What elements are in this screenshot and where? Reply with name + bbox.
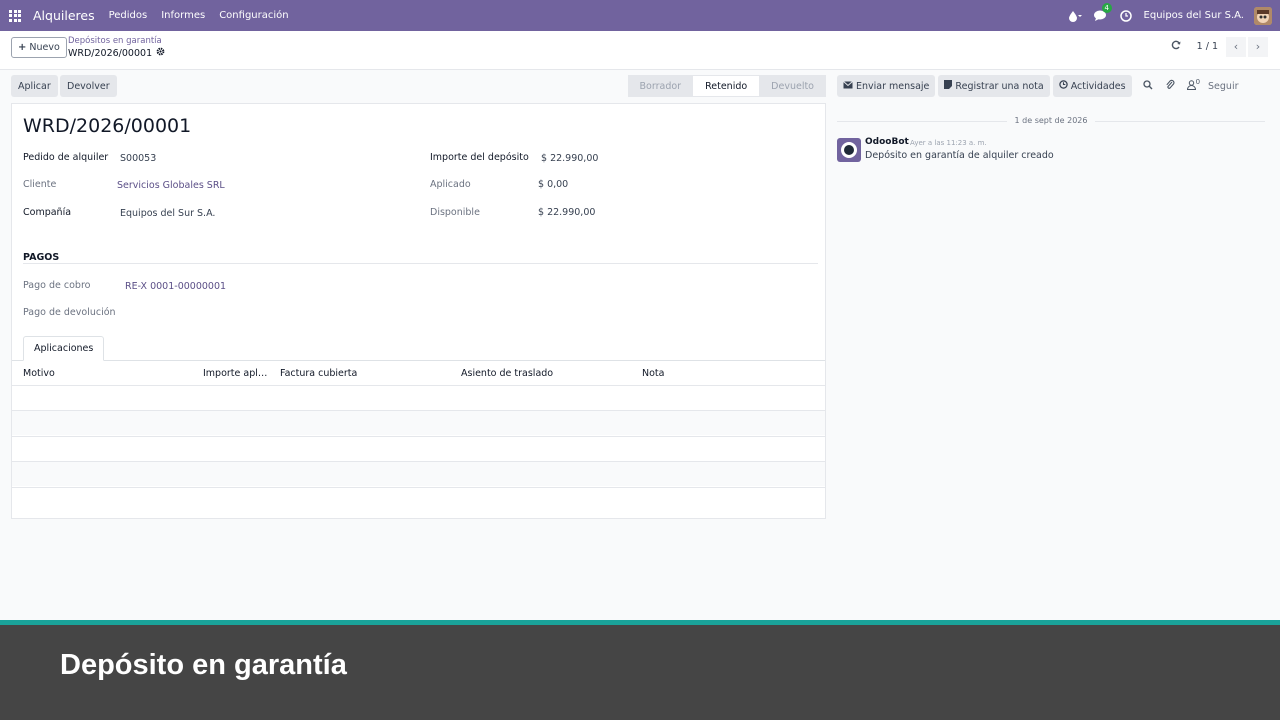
field-label-company: Compañía [23,207,72,218]
new-button-label: Nuevo [29,42,60,53]
debug-droplet-icon[interactable] [1068,10,1082,22]
date-separator: 1 de sept de 2026 [1014,116,1088,125]
tab-aplicaciones[interactable]: Aplicaciones [23,336,105,361]
section-title-payments: PAGOS [23,252,60,263]
odoobot-avatar[interactable] [837,138,861,162]
column-header-transfer-entry[interactable]: Asiento de traslado [461,368,631,379]
breadcrumb[interactable]: Depósitos en garantía [68,36,162,46]
table-row-empty [12,487,825,519]
table-row-empty [12,385,825,410]
menu-informes[interactable]: Informes [161,10,205,21]
field-label-deposit-amount: Importe del depósito [430,152,529,163]
column-header-covered-invoice[interactable]: Factura cubierta [280,368,450,379]
field-value-rental-order[interactable]: S00053 [120,153,156,164]
form-sheet: WRD/2026/00001 Pedido de alquiler S00053… [11,103,826,519]
pager-value[interactable]: 1 / 1 [1197,41,1218,52]
stage-pipeline: Borrador Retenido Devuelto [627,75,826,97]
plus-icon: + [18,42,27,53]
pager: 1 / 1 ‹ › [1171,31,1280,62]
table-row-empty [12,461,825,486]
record-name-label: WRD/2026/00001 [68,47,153,59]
clock-icon [1058,80,1068,92]
return-button[interactable]: Devolver [60,75,117,97]
table-row-empty [12,436,825,461]
refresh-icon[interactable] [1171,40,1181,53]
log-note-button[interactable]: Registrar una nota [938,75,1050,97]
field-label-customer: Cliente [23,179,57,190]
send-message-label: Enviar mensaje [856,80,930,92]
activities-button[interactable]: Actividades [1052,75,1132,97]
field-value-available: $ 22.990,00 [538,207,596,218]
column-header-reason[interactable]: Motivo [23,368,193,379]
stage-retenido[interactable]: Retenido [693,75,760,97]
company-switcher[interactable]: Equipos del Sur S.A. [1144,10,1244,21]
message-body: Depósito en garantía de alquiler creado [865,150,1054,161]
field-label-available: Disponible [430,207,480,218]
paperclip-icon[interactable] [1165,79,1175,93]
user-avatar[interactable] [1254,6,1272,25]
send-message-button[interactable]: Enviar mensaje [837,75,936,97]
top-navbar: Alquileres Pedidos Informes Configuració… [0,0,1280,31]
field-value-customer[interactable]: Servicios Globales SRL [117,180,225,191]
log-note-label: Registrar una nota [955,80,1044,92]
record-title: WRD/2026/00001 [23,115,192,137]
field-value-deposit-amount[interactable]: $ 22.990,00 [541,153,598,164]
app-name[interactable]: Alquileres [33,8,95,23]
caption-banner: Depósito en garantía [0,625,1280,720]
chat-icon[interactable]: 4 [1093,2,1113,22]
field-value-collection-payment[interactable]: RE-X 0001-00000001 [125,281,226,292]
new-button[interactable]: + Nuevo [11,37,67,58]
field-value-applied: $ 0,00 [538,179,569,190]
caption-text: Depósito en garantía [60,649,347,681]
field-value-company[interactable]: Equipos del Sur S.A. [120,208,215,219]
column-header-note[interactable]: Nota [642,368,812,379]
stage-devuelto[interactable]: Devuelto [759,75,826,97]
chatter-toolbar: Enviar mensaje Registrar una nota Activi… [837,75,1239,97]
activities-label: Actividades [1070,80,1126,92]
stage-borrador[interactable]: Borrador [627,75,694,97]
note-icon [944,80,953,92]
envelope-icon [843,80,853,92]
follow-button[interactable]: Seguir [1208,81,1238,92]
column-header-applied-amount[interactable]: Importe apli... [203,368,269,379]
section-divider [23,263,818,264]
followers-count: 0 [1195,78,1201,86]
chat-badge: 4 [1101,2,1113,13]
followers-user-icon[interactable] [1186,79,1196,93]
field-label-refund-payment: Pago de devolución [23,307,116,318]
apply-button[interactable]: Aplicar [11,75,58,97]
field-label-rental-order: Pedido de alquiler [23,152,109,163]
table-row-empty [12,410,825,435]
control-panel: + Nuevo Depósitos en garantía WRD/2026/0… [0,31,1280,70]
message-author[interactable]: OdooBot [865,137,909,147]
field-label-applied: Aplicado [430,179,471,190]
pager-next-icon[interactable]: › [1248,36,1268,57]
field-label-collection-payment: Pago de cobro [23,280,91,291]
search-icon[interactable] [1142,79,1153,93]
apps-menu-icon[interactable] [0,0,30,31]
menu-pedidos[interactable]: Pedidos [109,10,148,21]
tab-divider [12,360,825,361]
message-date: Ayer a las 11:23 a. m. [910,139,987,147]
breadcrumb-current: WRD/2026/00001 [68,47,165,59]
pager-previous-icon[interactable]: ‹ [1226,36,1246,57]
gear-icon[interactable] [156,47,165,59]
clock-icon[interactable] [1119,9,1132,22]
status-bar: Aplicar Devolver Borrador Retenido Devue… [11,75,826,97]
menu-configuracion[interactable]: Configuración [219,10,288,21]
